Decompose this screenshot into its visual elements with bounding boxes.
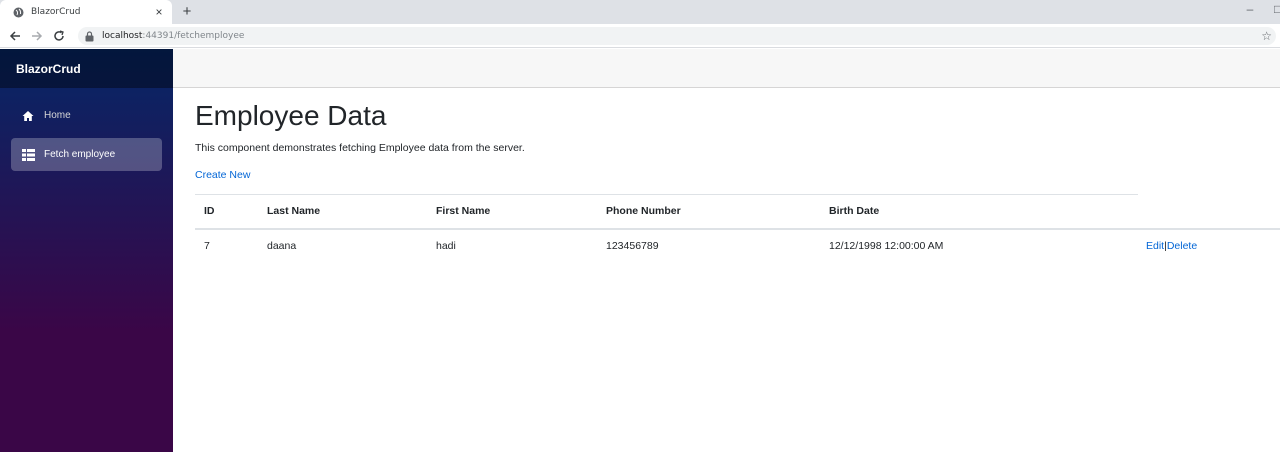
cell-first-name: hadi: [436, 240, 456, 252]
brand-bar: BlazorCrud: [0, 49, 173, 88]
address-bar[interactable]: localhost:44391/fetchemployee ☆: [78, 27, 1276, 45]
back-arrow-icon[interactable]: [7, 28, 23, 44]
cell-id: 7: [204, 240, 210, 252]
forward-arrow-icon[interactable]: [29, 28, 45, 44]
new-tab-icon[interactable]: +: [180, 3, 194, 21]
table-row: 7 daana hadi 123456789 12/12/1998 12:00:…: [195, 230, 1280, 264]
browser-toolbar: localhost:44391/fetchemployee ☆: [0, 24, 1280, 48]
reload-icon[interactable]: [51, 28, 67, 44]
tab-title: BlazorCrud: [31, 7, 81, 17]
column-header-id: ID: [204, 205, 215, 217]
minimize-icon[interactable]: –: [1244, 2, 1256, 16]
page-description: This component demonstrates fetching Emp…: [195, 142, 525, 154]
delete-link[interactable]: Delete: [1167, 240, 1197, 252]
list-icon: [21, 148, 35, 162]
main-content: Employee Data This component demonstrate…: [173, 88, 1280, 452]
edit-link[interactable]: Edit: [1146, 240, 1164, 252]
top-row: [173, 49, 1280, 88]
cell-last-name: daana: [267, 240, 297, 252]
sidebar: BlazorCrud Home Fetch employee: [0, 49, 173, 452]
close-icon[interactable]: ×: [152, 5, 166, 19]
cell-birth-date: 12/12/1998 12:00:00 AM: [829, 240, 944, 252]
table-header: ID Last Name First Name Phone Number Bir…: [195, 194, 1138, 230]
home-icon: [21, 109, 35, 123]
url-text: localhost:44391/fetchemployee: [102, 31, 245, 41]
create-new-link[interactable]: Create New: [195, 169, 250, 181]
sidebar-item-fetch-employee[interactable]: Fetch employee: [11, 138, 162, 171]
page-title: Employee Data: [195, 100, 387, 131]
sidebar-item-label: Fetch employee: [44, 149, 116, 160]
column-header-birth-date: Birth Date: [829, 205, 880, 217]
sidebar-item-home[interactable]: Home: [11, 99, 162, 132]
column-header-last-name: Last Name: [267, 205, 321, 217]
cell-phone-number: 123456789: [606, 240, 659, 252]
cell-actions: Edit|Delete: [1146, 240, 1197, 252]
employee-table: ID Last Name First Name Phone Number Bir…: [195, 194, 1280, 264]
column-header-phone-number: Phone Number: [606, 205, 681, 217]
brand-link[interactable]: BlazorCrud: [16, 62, 81, 76]
column-header-first-name: First Name: [436, 205, 491, 217]
globe-icon: [13, 7, 24, 18]
star-icon[interactable]: ☆: [1261, 29, 1272, 43]
browser-tab[interactable]: BlazorCrud ×: [0, 0, 172, 24]
maximize-icon[interactable]: □: [1274, 2, 1280, 16]
sidebar-item-label: Home: [44, 110, 71, 121]
lock-icon: [85, 30, 95, 42]
browser-tabstrip: BlazorCrud × + – □: [0, 0, 1280, 24]
